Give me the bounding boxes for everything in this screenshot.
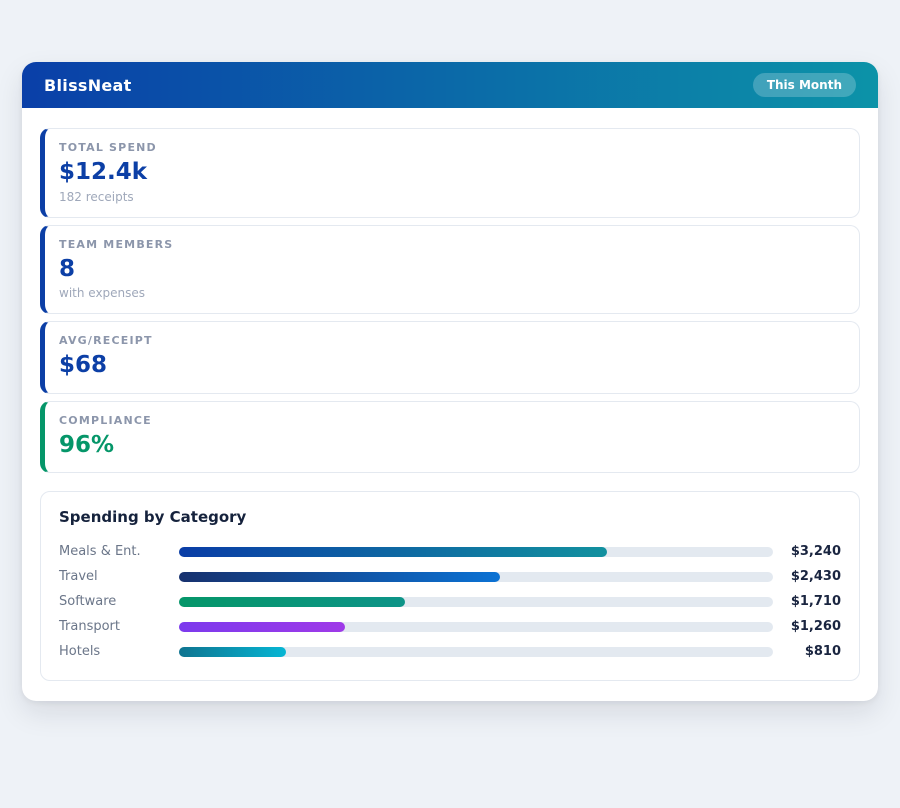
category-value: $2,430	[773, 569, 841, 584]
stat-card-total-spend: TOTAL SPEND $12.4k 182 receipts	[40, 128, 860, 218]
category-value: $1,710	[773, 594, 841, 609]
stat-sub: with expenses	[59, 286, 841, 300]
app-header: BlissNeat This Month	[22, 62, 878, 108]
category-label: Travel	[59, 569, 179, 584]
category-row-travel: Travel $2,430	[59, 564, 841, 589]
category-row-software: Software $1,710	[59, 589, 841, 614]
stat-label: AVG/RECEIPT	[59, 334, 841, 347]
bar-fill	[179, 572, 500, 582]
category-label: Transport	[59, 619, 179, 634]
category-label: Software	[59, 594, 179, 609]
stat-label: TEAM MEMBERS	[59, 238, 841, 251]
category-value: $1,260	[773, 619, 841, 634]
bar-track	[179, 572, 773, 582]
dashboard-card: BlissNeat This Month TOTAL SPEND $12.4k …	[22, 62, 878, 701]
spending-by-category-panel: Spending by Category Meals & Ent. $3,240…	[40, 491, 860, 681]
panel-title: Spending by Category	[59, 508, 841, 526]
category-label: Hotels	[59, 644, 179, 659]
category-value: $3,240	[773, 544, 841, 559]
category-row-meals: Meals & Ent. $3,240	[59, 539, 841, 564]
stat-value: $68	[59, 352, 841, 380]
bar-track	[179, 547, 773, 557]
stat-card-compliance: COMPLIANCE 96%	[40, 401, 860, 474]
bar-track	[179, 622, 773, 632]
bar-fill	[179, 647, 286, 657]
app-title: BlissNeat	[44, 76, 132, 95]
bar-fill	[179, 597, 405, 607]
stat-card-avg-receipt: AVG/RECEIPT $68	[40, 321, 860, 394]
bar-fill	[179, 622, 345, 632]
bar-track	[179, 647, 773, 657]
stat-sub: 182 receipts	[59, 190, 841, 204]
stat-card-team-members: TEAM MEMBERS 8 with expenses	[40, 225, 860, 315]
stat-label: TOTAL SPEND	[59, 141, 841, 154]
category-value: $810	[773, 644, 841, 659]
stat-label: COMPLIANCE	[59, 414, 841, 427]
period-badge[interactable]: This Month	[753, 73, 856, 97]
bar-fill	[179, 547, 607, 557]
category-row-transport: Transport $1,260	[59, 614, 841, 639]
stat-value: $12.4k	[59, 159, 841, 187]
dashboard-content: TOTAL SPEND $12.4k 182 receipts TEAM MEM…	[22, 108, 878, 701]
stat-value: 8	[59, 256, 841, 284]
stat-value: 96%	[59, 432, 841, 460]
category-label: Meals & Ent.	[59, 544, 179, 559]
category-row-hotels: Hotels $810	[59, 639, 841, 664]
bar-track	[179, 597, 773, 607]
